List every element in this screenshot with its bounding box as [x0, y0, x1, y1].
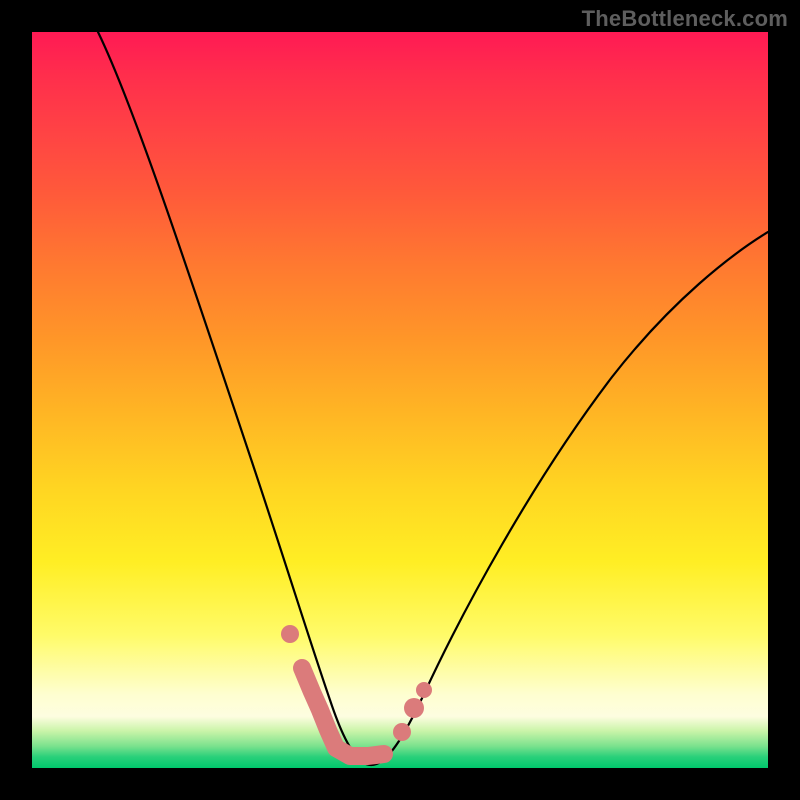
- highlight-dot-right-1: [393, 723, 411, 741]
- plot-area: [32, 32, 768, 768]
- bottleneck-curve: [98, 32, 768, 765]
- highlight-dot-right-3: [416, 682, 432, 698]
- highlight-squiggle: [302, 668, 384, 756]
- watermark-text: TheBottleneck.com: [582, 6, 788, 32]
- chart-canvas: TheBottleneck.com: [0, 0, 800, 800]
- highlight-dot-right-2: [404, 698, 424, 718]
- chart-svg: [32, 32, 768, 768]
- highlight-group: [281, 625, 432, 756]
- highlight-dot-left: [281, 625, 299, 643]
